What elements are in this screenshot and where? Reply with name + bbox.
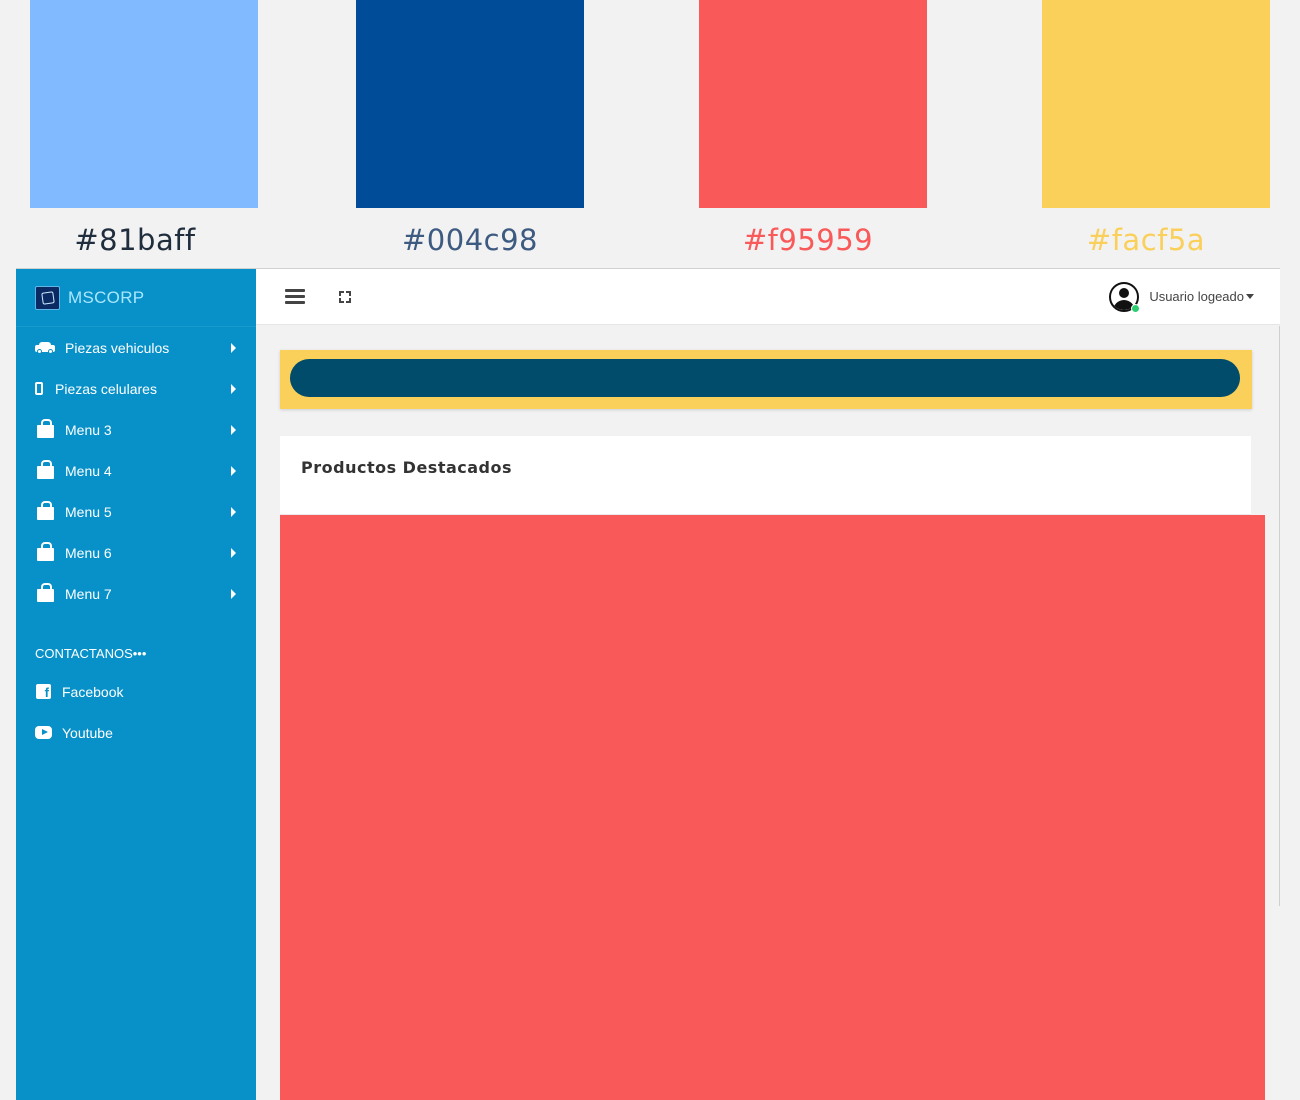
sidebar-item-label: Menu 6 <box>65 544 112 561</box>
user-name-label: Usuario logeado <box>1149 289 1244 304</box>
brand[interactable]: MSCORP <box>16 269 256 327</box>
palette-swatch-4: #facf5a <box>1042 0 1270 258</box>
sidebar-item-label: Menu 7 <box>65 585 112 602</box>
mobile-phone-icon <box>35 382 43 395</box>
shopping-bag-icon <box>35 583 55 602</box>
expand-icon[interactable] <box>339 290 351 303</box>
sidebar-item-label: Menu 5 <box>65 503 112 520</box>
palette-swatch-2: #004c98 <box>356 0 584 258</box>
user-menu[interactable]: Usuario logeado <box>1109 281 1254 313</box>
search-banner <box>280 350 1252 409</box>
swatch-color-block <box>1042 0 1270 208</box>
social-link-label: Facebook <box>62 683 124 700</box>
sidebar-link-facebook[interactable]: f Facebook <box>16 671 256 712</box>
facebook-icon: f <box>35 684 52 700</box>
sidebar-item-label: Menu 3 <box>65 421 112 438</box>
shopping-bag-icon <box>35 460 55 479</box>
caret-right-icon <box>231 547 236 558</box>
caret-right-icon <box>231 424 236 435</box>
sidebar-item-menu-6[interactable]: Menu 6 <box>16 532 256 573</box>
swatch-hex-label: #facf5a <box>1086 223 1206 257</box>
sidebar-item-menu-5[interactable]: Menu 5 <box>16 491 256 532</box>
online-status-dot <box>1131 303 1141 313</box>
social-link-label: Youtube <box>62 724 113 741</box>
avatar <box>1109 281 1141 313</box>
shopping-bag-icon <box>35 501 55 520</box>
swatch-color-block <box>699 0 927 208</box>
sidebar-item-label: Piezas vehiculos <box>65 339 170 356</box>
sidebar-link-youtube[interactable]: Youtube <box>16 712 256 753</box>
sidebar-item-menu-7[interactable]: Menu 7 <box>16 573 256 614</box>
sidebar-item-menu-3[interactable]: Menu 3 <box>16 409 256 450</box>
swatch-hex-label: #004c98 <box>402 223 538 257</box>
contact-section-title: CONTACTANOS••• <box>35 645 147 661</box>
search-input[interactable] <box>290 359 1240 397</box>
scrollbar-track[interactable] <box>1279 326 1280 906</box>
caret-right-icon <box>231 383 236 394</box>
sidebar-item-piezas-vehiculos[interactable]: Piezas vehiculos <box>16 327 256 368</box>
sidebar-item-menu-4[interactable]: Menu 4 <box>16 450 256 491</box>
caret-right-icon <box>231 588 236 599</box>
car-icon <box>35 341 55 354</box>
caret-right-icon <box>231 342 236 353</box>
topbar: Usuario logeado <box>256 269 1280 325</box>
palette-swatch-1: #81baff <box>30 0 258 258</box>
palette-swatch-3: #f95959 <box>699 0 927 258</box>
sidebar-item-piezas-celulares[interactable]: Piezas celulares <box>16 368 256 409</box>
brand-logo-icon <box>35 285 60 310</box>
section-title: Productos Destacados <box>301 458 513 477</box>
sidebar-menu: Piezas vehiculos Piezas celulares Menu 3… <box>16 327 256 614</box>
sidebar: MSCORP Piezas vehiculos Piezas celulares… <box>16 269 256 1100</box>
swatch-color-block <box>30 0 258 208</box>
shopping-bag-icon <box>35 542 55 561</box>
sidebar-item-label: Piezas celulares <box>55 380 157 397</box>
caret-right-icon <box>231 465 236 476</box>
brand-name: MSCORP <box>68 287 145 307</box>
youtube-icon <box>35 726 52 739</box>
chevron-down-icon <box>1246 294 1254 299</box>
main-content: Productos Destacados <box>256 326 1280 1100</box>
color-palette: #81baff #004c98 #f95959 #facf5a <box>0 0 1300 268</box>
caret-right-icon <box>231 506 236 517</box>
featured-products-card: Productos Destacados <box>280 436 1251 515</box>
hamburger-icon[interactable] <box>285 288 305 305</box>
app-window: MSCORP Piezas vehiculos Piezas celulares… <box>16 268 1280 1100</box>
swatch-hex-label: #81baff <box>74 223 196 257</box>
swatch-hex-label: #f95959 <box>742 223 874 257</box>
sidebar-item-label: Menu 4 <box>65 462 112 479</box>
swatch-color-block <box>356 0 584 208</box>
featured-products-area <box>280 515 1265 1100</box>
shopping-bag-icon <box>35 419 55 438</box>
